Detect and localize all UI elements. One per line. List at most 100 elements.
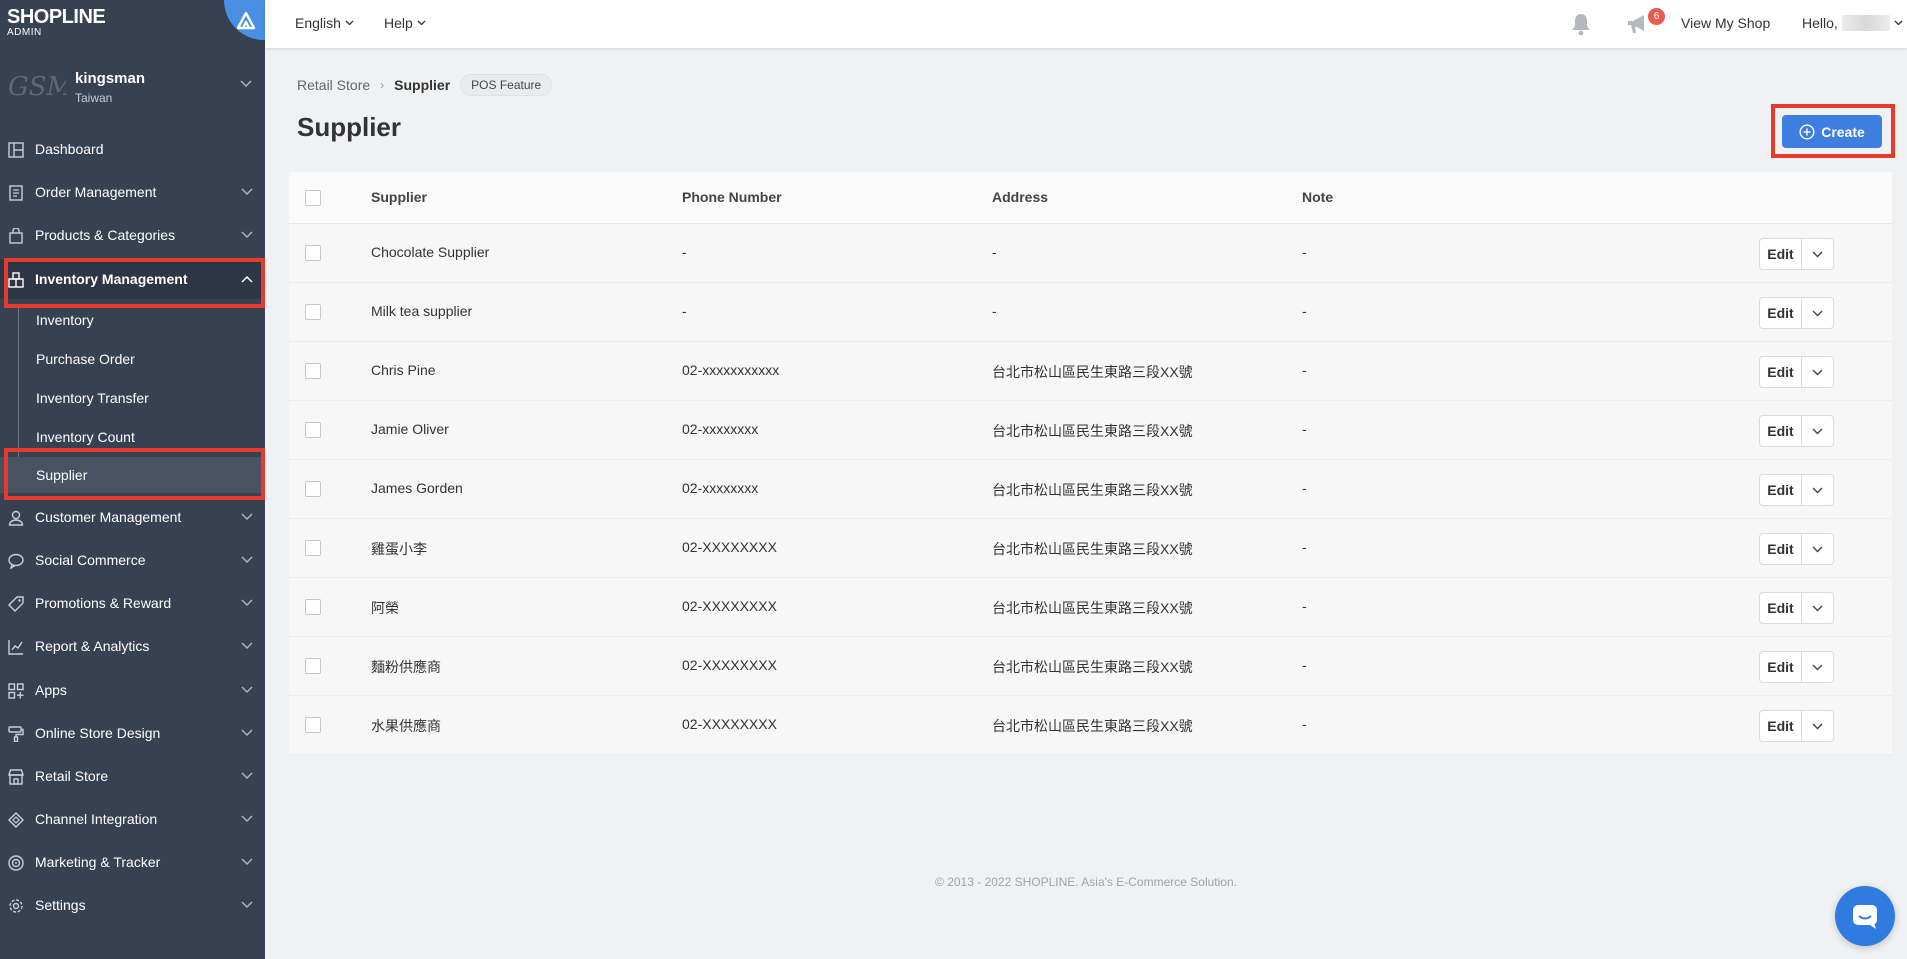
row-checkbox[interactable]: [305, 481, 321, 497]
sub-item-inventory-count[interactable]: Inventory Count: [0, 419, 265, 455]
edit-button[interactable]: Edit: [1760, 711, 1802, 741]
store-name: kingsman: [75, 70, 146, 87]
chevron-down-icon[interactable]: [240, 80, 252, 88]
cell-supplier: Chocolate Supplier: [371, 244, 490, 260]
pos-feature-tag: POS Feature: [460, 74, 553, 96]
chevron-down-icon: [241, 901, 253, 909]
sub-item-inventory[interactable]: Inventory: [0, 302, 265, 338]
nav-promotions-reward[interactable]: Promotions & Reward: [0, 583, 265, 623]
row-checkbox[interactable]: [305, 658, 321, 674]
edit-button[interactable]: Edit: [1760, 298, 1802, 328]
column-header-supplier[interactable]: Supplier: [371, 189, 427, 205]
nav-label: Retail Store: [35, 768, 109, 784]
create-label: Create: [1821, 123, 1865, 140]
nav-apps[interactable]: Apps: [0, 670, 265, 710]
chat-icon: [8, 553, 24, 569]
sub-item-purchase-order[interactable]: Purchase Order: [0, 341, 265, 377]
edit-button[interactable]: Edit: [1760, 593, 1802, 623]
cell-address: 台北市松山區民生東路三段XX號: [992, 600, 1193, 616]
help-menu[interactable]: Help: [384, 15, 426, 31]
nav-order-management[interactable]: Order Management: [0, 172, 265, 212]
nav-inventory-management[interactable]: Inventory Management: [0, 259, 265, 299]
edit-button[interactable]: Edit: [1760, 416, 1802, 446]
create-button[interactable]: Create: [1782, 115, 1882, 148]
row-actions-dropdown[interactable]: [1802, 239, 1833, 269]
nav-report-analytics[interactable]: Report & Analytics: [0, 626, 265, 666]
top-bar: English Help 6 View My Shop Hello,: [265, 0, 1907, 48]
nav-online-store-design[interactable]: Online Store Design: [0, 713, 265, 753]
table-row: Chris Pine 02-xxxxxxxxxxx 台北市松山區民生東路三段XX號 -…: [289, 342, 1892, 401]
nav-dashboard[interactable]: Dashboard: [0, 129, 265, 169]
view-my-shop-link[interactable]: View My Shop: [1681, 15, 1770, 31]
nav-customer-management[interactable]: Customer Management: [0, 497, 265, 537]
row-actions-dropdown[interactable]: [1802, 652, 1833, 682]
edit-button[interactable]: Edit: [1760, 357, 1802, 387]
cell-supplier: Chris Pine: [371, 362, 436, 378]
chevron-up-icon: [241, 275, 253, 283]
cell-supplier: 雞蛋小李: [371, 541, 427, 557]
cell-address: 台北市松山區民生東路三段XX號: [992, 541, 1193, 557]
sub-item-supplier[interactable]: Supplier: [0, 457, 265, 493]
nav-channel-integration[interactable]: Channel Integration: [0, 799, 265, 839]
user-menu[interactable]: Hello,: [1802, 15, 1903, 31]
cell-supplier: 水果供應商: [371, 718, 441, 734]
bell-icon[interactable]: [1569, 12, 1593, 36]
row-actions-dropdown[interactable]: [1802, 534, 1833, 564]
nav-label: Settings: [35, 897, 86, 913]
column-header-phone[interactable]: Phone Number: [682, 189, 782, 205]
column-header-address[interactable]: Address: [992, 189, 1048, 205]
chevron-down-icon: [241, 188, 253, 196]
row-checkbox[interactable]: [305, 363, 321, 379]
row-checkbox[interactable]: [305, 422, 321, 438]
chevron-down-icon: [417, 20, 426, 26]
edit-button[interactable]: Edit: [1760, 534, 1802, 564]
row-actions-dropdown[interactable]: [1802, 711, 1833, 741]
nav-label: Dashboard: [35, 141, 104, 157]
chevron-down-icon: [241, 556, 253, 564]
breadcrumb-retail-store[interactable]: Retail Store: [297, 77, 370, 93]
language-selector[interactable]: English: [295, 15, 354, 31]
gear-icon: [9, 899, 23, 913]
nav-products-categories[interactable]: Products & Categories: [0, 215, 265, 255]
nav-settings[interactable]: Settings: [0, 885, 265, 925]
nav-label: Marketing & Tracker: [35, 854, 161, 870]
target-icon: [8, 855, 24, 871]
nav-retail-store[interactable]: Retail Store: [0, 756, 265, 796]
row-actions: Edit: [1759, 297, 1834, 329]
sub-item-inventory-transfer[interactable]: Inventory Transfer: [0, 380, 265, 416]
row-actions-dropdown[interactable]: [1802, 593, 1833, 623]
order-icon: [9, 185, 23, 201]
chat-support-button[interactable]: [1835, 886, 1895, 946]
nav-social-commerce[interactable]: Social Commerce: [0, 540, 265, 580]
row-checkbox[interactable]: [305, 245, 321, 261]
row-checkbox[interactable]: [305, 717, 321, 733]
edit-button[interactable]: Edit: [1760, 652, 1802, 682]
row-actions-dropdown[interactable]: [1802, 416, 1833, 446]
footer-copyright: © 2013 - 2022 SHOPLINE. Asia's E-Commerc…: [935, 875, 1237, 889]
row-checkbox[interactable]: [305, 304, 321, 320]
breadcrumb-current: Supplier: [394, 77, 451, 93]
row-actions-dropdown[interactable]: [1802, 298, 1833, 328]
row-actions-dropdown[interactable]: [1802, 475, 1833, 505]
nav-label: Channel Integration: [35, 811, 158, 827]
row-actions-dropdown[interactable]: [1802, 357, 1833, 387]
column-header-note[interactable]: Note: [1302, 189, 1333, 205]
nav-label: Inventory Management: [35, 271, 188, 287]
cell-note: -: [1302, 480, 1307, 496]
sub-item-label: Inventory Transfer: [36, 390, 149, 406]
shopline-mark-icon: [236, 11, 256, 30]
edit-button[interactable]: Edit: [1760, 239, 1802, 269]
row-checkbox[interactable]: [305, 599, 321, 615]
edit-button[interactable]: Edit: [1760, 475, 1802, 505]
row-actions: Edit: [1759, 415, 1834, 447]
select-all-checkbox[interactable]: [305, 190, 321, 206]
row-checkbox[interactable]: [305, 540, 321, 556]
table-row: 阿榮 02-XXXXXXXX 台北市松山區民生東路三段XX號 - Edit: [289, 578, 1892, 637]
chevron-down-icon: [1812, 546, 1823, 552]
chevron-down-icon: [345, 20, 354, 26]
notification-badge: 6: [1648, 8, 1665, 25]
table-row: Jamie Oliver 02-xxxxxxxx 台北市松山區民生東路三段XX號 - E…: [289, 401, 1892, 460]
sub-item-label: Inventory Count: [36, 429, 135, 445]
cell-phone: 02-XXXXXXXX: [682, 657, 777, 673]
row-actions: Edit: [1759, 592, 1834, 624]
